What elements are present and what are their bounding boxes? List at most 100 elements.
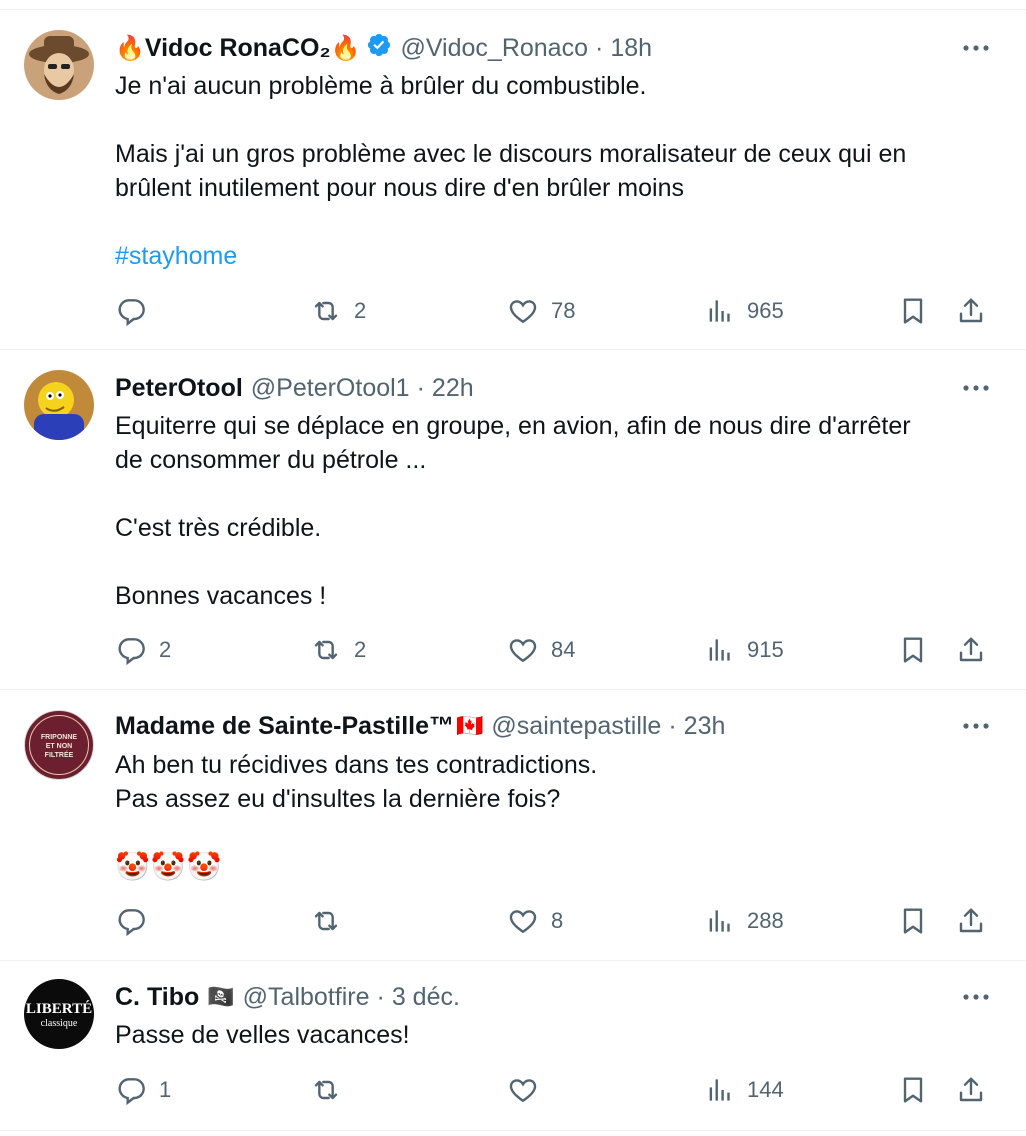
tweet-text: Passe de velles vacances! [115, 1018, 410, 1052]
avatar-logo-text: LIBERTÉ [25, 1001, 93, 1017]
like-icon [507, 1074, 539, 1106]
views-icon [703, 634, 735, 666]
timeline-top-divider [0, 0, 1026, 10]
like-button[interactable]: 78 [507, 293, 575, 329]
bookmark-icon [897, 295, 929, 327]
avatar-logo-text: FRIPONNE ET NON FILTRÉE [40, 734, 78, 759]
repost-icon [310, 295, 342, 327]
timestamp[interactable]: 23h [684, 712, 726, 741]
user-handle[interactable]: @Talbotfire [243, 983, 370, 1012]
tweet-paragraph: Ah ben tu récidives dans tes contradicti… [115, 751, 598, 779]
fire-emoji-icon: 🔥 [115, 34, 145, 62]
tweet-paragraph: C'est très crédible. [115, 514, 322, 542]
tweet-paragraph: Passe de velles vacances! [115, 1021, 410, 1049]
share-icon [955, 1074, 987, 1106]
repost-button[interactable]: 2 [310, 293, 366, 329]
bookmark-button[interactable] [897, 293, 929, 329]
hashtag-link[interactable]: #stayhome [115, 239, 906, 273]
repost-count: 2 [354, 298, 367, 323]
tweet-actions: 1 144 [115, 1072, 990, 1108]
tweet[interactable]: 🔥 Vidoc RonaCO₂ 🔥 @Vidoc_Ronaco · 18h Je… [0, 10, 1026, 350]
display-name[interactable]: C. Tibo 🏴‍☠️ [115, 983, 235, 1012]
display-name[interactable]: Madame de Sainte-Pastille™ 🇨🇦 [115, 712, 483, 741]
display-name-text: Madame de Sainte-Pastille™ [115, 711, 455, 740]
reply-button[interactable]: 2 [115, 632, 171, 668]
tweet[interactable]: PeterOtool @PeterOtool1 · 22h Equiterre … [0, 350, 1026, 690]
separator-dot: · [416, 373, 425, 402]
avatar[interactable] [24, 370, 94, 440]
reply-button[interactable]: 1 [115, 1072, 171, 1108]
more-icon[interactable] [962, 983, 990, 1011]
repost-button[interactable] [310, 903, 354, 939]
share-button[interactable] [955, 903, 987, 939]
like-button[interactable]: 84 [507, 632, 575, 668]
bookmark-icon [897, 634, 929, 666]
tweet[interactable]: FRIPONNE ET NON FILTRÉE Madame de Sainte… [0, 690, 1026, 961]
display-name[interactable]: 🔥 Vidoc RonaCO₂ 🔥 [115, 34, 360, 63]
tweet-paragraph: Je n'ai aucun problème à brûler du combu… [115, 72, 647, 100]
timestamp[interactable]: 3 déc. [392, 983, 460, 1012]
user-handle[interactable]: @Vidoc_Ronaco [400, 34, 588, 63]
reply-count: 2 [159, 637, 172, 662]
user-handle[interactable]: @PeterOtool1 [251, 374, 410, 403]
like-count: 8 [551, 908, 564, 933]
reply-icon [115, 634, 147, 666]
repost-icon [310, 905, 342, 937]
avatar[interactable] [24, 30, 94, 100]
bookmark-button[interactable] [897, 903, 929, 939]
views-icon [703, 295, 735, 327]
reply-count: 1 [159, 1077, 172, 1102]
views-button[interactable]: 965 [703, 293, 784, 329]
separator-dot: · [376, 982, 385, 1011]
views-count: 915 [747, 637, 784, 662]
views-count: 144 [747, 1077, 784, 1102]
timestamp[interactable]: 18h [610, 34, 652, 63]
repost-icon [310, 634, 342, 666]
share-button[interactable] [955, 1072, 987, 1108]
reply-button[interactable] [115, 293, 159, 329]
tweet-header: 🔥 Vidoc RonaCO₂ 🔥 @Vidoc_Ronaco · 18h [115, 30, 652, 66]
bookmark-button[interactable] [897, 632, 929, 668]
reply-icon [115, 295, 147, 327]
like-count: 84 [551, 637, 576, 662]
avatar[interactable]: FRIPONNE ET NON FILTRÉE [24, 710, 94, 780]
like-button[interactable] [507, 1072, 551, 1108]
tweet[interactable]: LIBERTÉ classique C. Tibo 🏴‍☠️ @Talbotfi… [0, 961, 1026, 1131]
avatar[interactable]: LIBERTÉ classique [24, 979, 94, 1049]
more-icon[interactable] [962, 712, 990, 740]
share-icon [955, 634, 987, 666]
tweet-paragraph: Equiterre qui se déplace en groupe, en a… [115, 412, 911, 440]
timestamp[interactable]: 22h [432, 374, 474, 403]
tweet-header: C. Tibo 🏴‍☠️ @Talbotfire · 3 déc. [115, 979, 460, 1015]
views-button[interactable]: 144 [703, 1072, 784, 1108]
views-button[interactable]: 915 [703, 632, 784, 668]
share-button[interactable] [955, 293, 987, 329]
tweet-text: Ah ben tu récidives dans tes contradicti… [115, 748, 597, 884]
tweet-paragraph: brûlent inutilement pour nous dire d'en … [115, 174, 684, 202]
tweet-text: Equiterre qui se déplace en groupe, en a… [115, 409, 911, 613]
tweet-header: PeterOtool @PeterOtool1 · 22h [115, 370, 474, 406]
user-handle[interactable]: @saintepastille [491, 712, 661, 741]
repost-count: 2 [354, 637, 367, 662]
verified-badge-icon [366, 32, 392, 65]
more-icon[interactable] [962, 374, 990, 402]
like-count: 78 [551, 298, 576, 323]
display-name[interactable]: PeterOtool [115, 374, 243, 403]
views-count: 288 [747, 908, 784, 933]
share-icon [955, 295, 987, 327]
more-icon[interactable] [962, 34, 990, 62]
fire-emoji-icon: 🔥 [330, 34, 361, 62]
display-name-text: Vidoc RonaCO₂ [144, 33, 331, 62]
share-button[interactable] [955, 632, 987, 668]
repost-button[interactable]: 2 [310, 632, 366, 668]
like-icon [507, 905, 539, 937]
views-button[interactable]: 288 [703, 903, 784, 939]
like-button[interactable]: 8 [507, 903, 563, 939]
bookmark-button[interactable] [897, 1072, 929, 1108]
reply-button[interactable] [115, 903, 159, 939]
canada-flag-icon: 🇨🇦 [456, 713, 484, 738]
reply-icon [115, 905, 147, 937]
repost-button[interactable] [310, 1072, 354, 1108]
avatar-logo-subtext: classique [40, 1018, 78, 1029]
tweet-text: Je n'ai aucun problème à brûler du combu… [115, 69, 906, 273]
